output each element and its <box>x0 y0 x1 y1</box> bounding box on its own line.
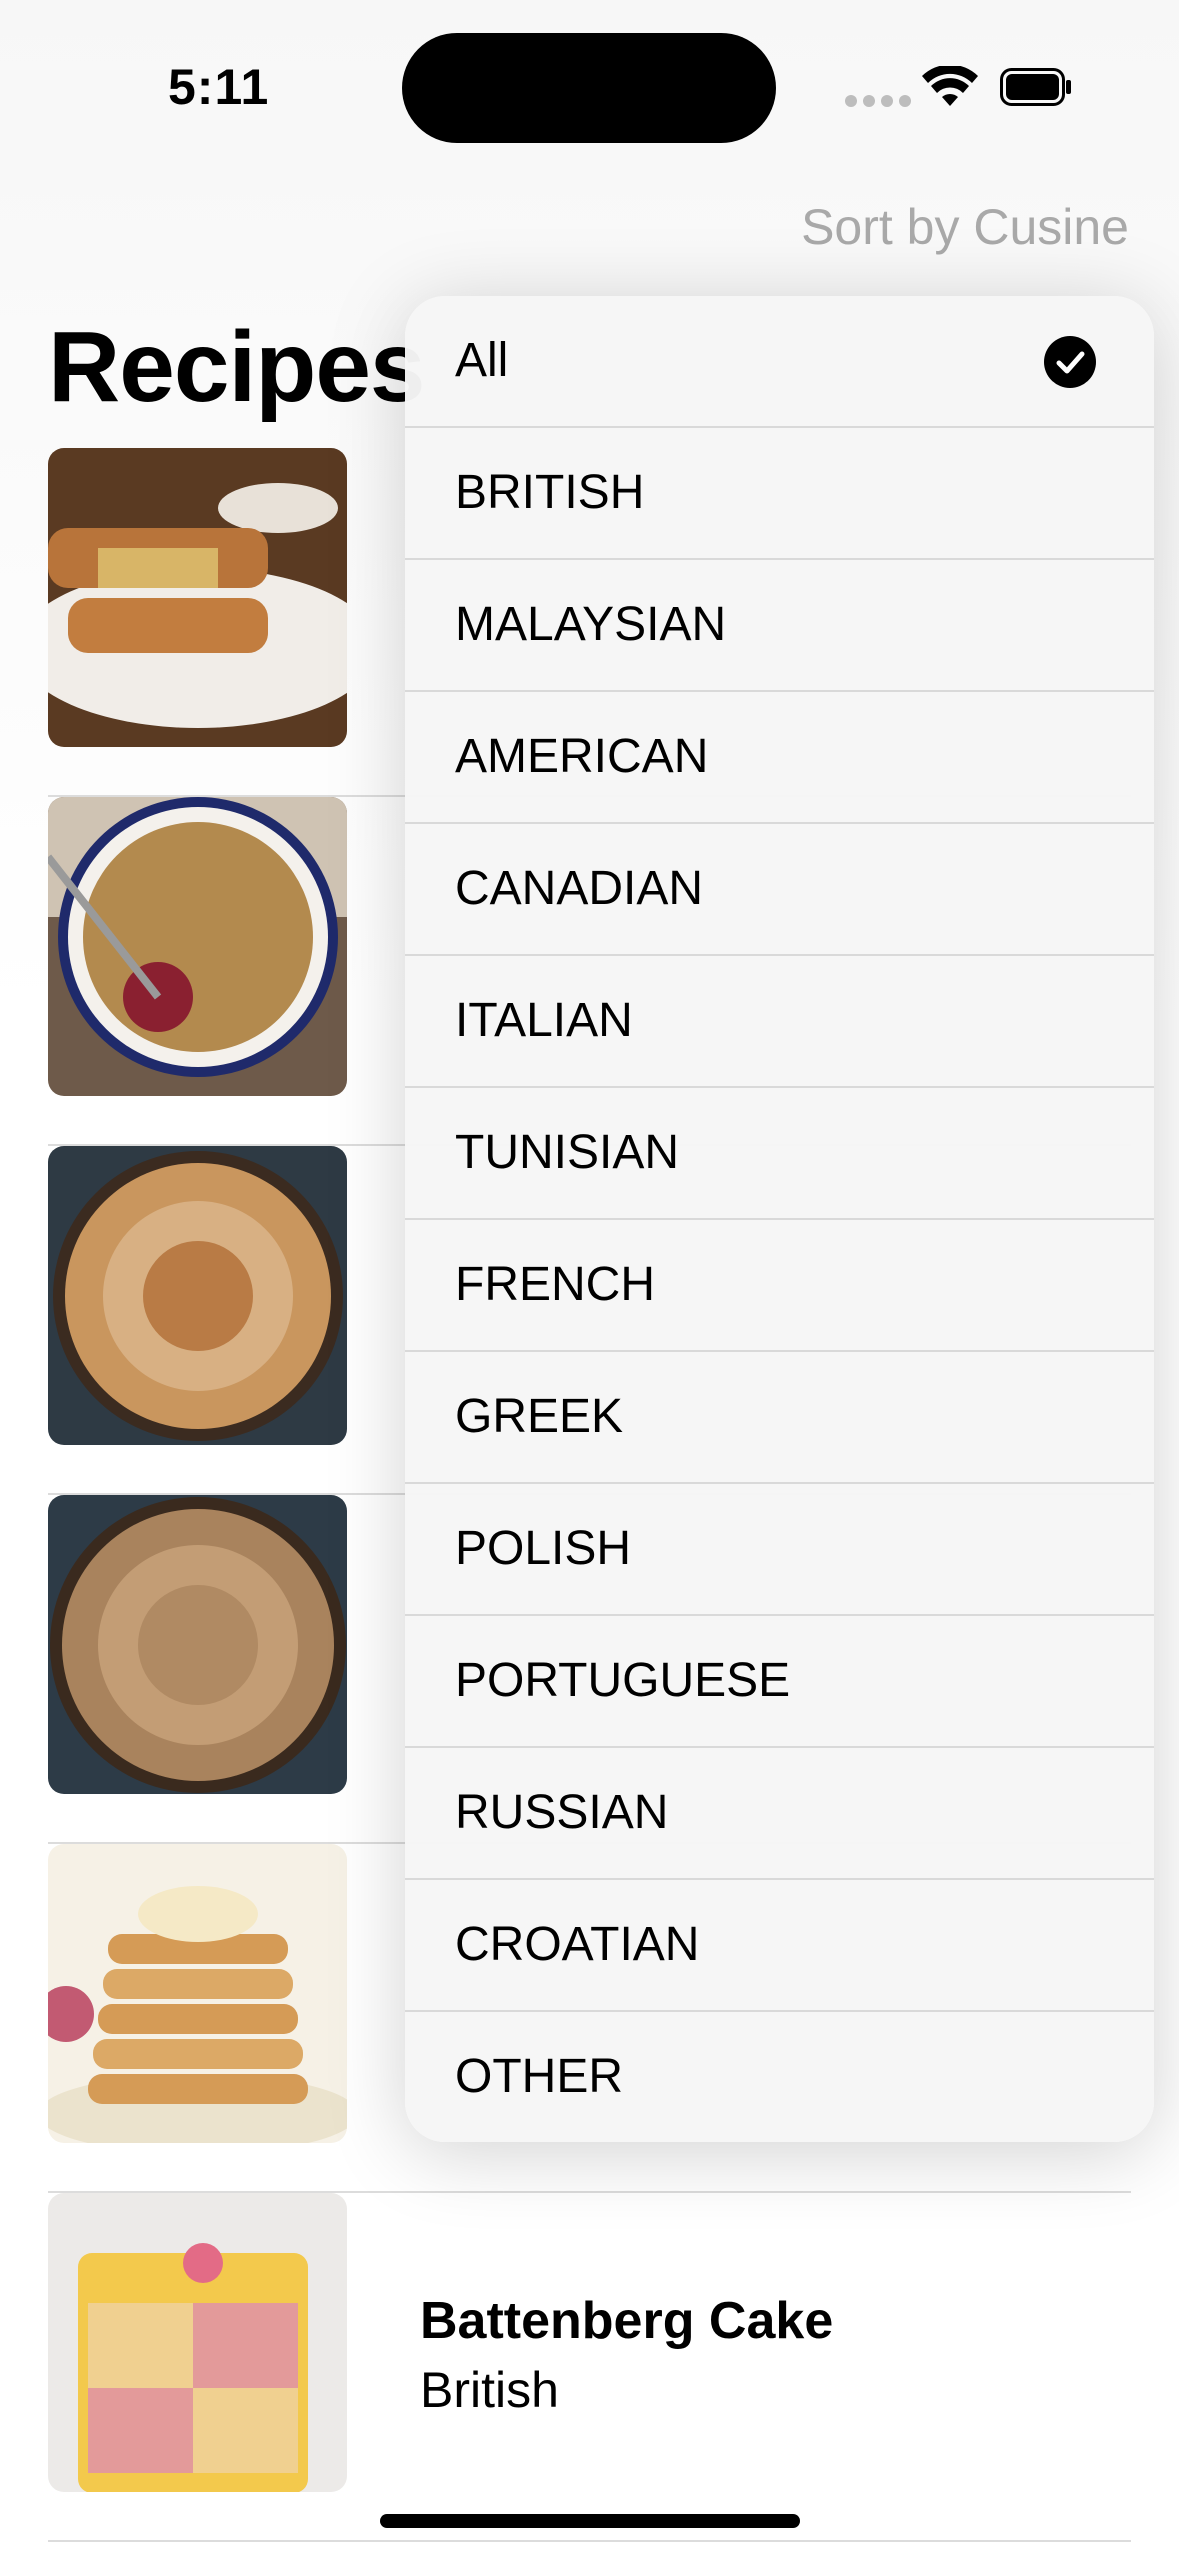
recipe-name: Battenberg Cake <box>420 2292 834 2350</box>
checkmark-icon <box>1044 336 1096 388</box>
menu-item-greek[interactable]: GREEK <box>405 1352 1154 1484</box>
menu-item-all[interactable]: All <box>405 296 1154 428</box>
recipe-thumbnail <box>48 2193 347 2492</box>
recipe-thumbnail <box>48 1844 347 2143</box>
dynamic-island <box>402 33 776 143</box>
wifi-icon <box>922 66 978 106</box>
menu-item-label: All <box>455 334 509 387</box>
menu-item-british[interactable]: BRITISH <box>405 428 1154 560</box>
screen: 5:11 Sort by Cusine Recipes Battenberg C… <box>0 0 1179 2556</box>
recipe-cuisine: British <box>420 2362 559 2418</box>
menu-item-polish[interactable]: POLISH <box>405 1484 1154 1616</box>
page-title: Recipes <box>48 311 426 423</box>
menu-item-malaysian[interactable]: MALAYSIAN <box>405 560 1154 692</box>
menu-item-italian[interactable]: ITALIAN <box>405 956 1154 1088</box>
menu-item-label: GREEK <box>455 1390 624 1443</box>
menu-item-label: FRENCH <box>455 1258 655 1311</box>
menu-item-label: RUSSIAN <box>455 1786 669 1839</box>
menu-item-label: BRITISH <box>455 466 645 519</box>
recipe-thumbnail <box>48 797 347 1096</box>
menu-item-label: POLISH <box>455 1522 632 1575</box>
menu-item-label: CANADIAN <box>455 862 704 915</box>
sort-by-cuisine-button[interactable]: Sort by Cusine <box>801 198 1129 256</box>
home-indicator[interactable] <box>380 2514 800 2528</box>
status-time: 5:11 <box>168 59 270 115</box>
menu-item-russian[interactable]: RUSSIAN <box>405 1748 1154 1880</box>
menu-item-canadian[interactable]: CANADIAN <box>405 824 1154 956</box>
menu-item-label: PORTUGUESE <box>455 1654 791 1707</box>
cellular-signal-icon <box>845 95 911 107</box>
battery-icon <box>1000 68 1071 106</box>
row-divider <box>48 2540 1131 2542</box>
recipe-thumbnail <box>48 448 347 747</box>
menu-item-label: TUNISIAN <box>455 1126 680 1179</box>
menu-item-label: CROATIAN <box>455 1918 700 1971</box>
recipe-thumbnail <box>48 1495 347 1794</box>
recipe-thumbnail <box>48 1146 347 1445</box>
menu-item-tunisian[interactable]: TUNISIAN <box>405 1088 1154 1220</box>
recipe-row[interactable]: Battenberg Cake British <box>48 2193 1131 2542</box>
menu-item-other[interactable]: OTHER <box>405 2012 1154 2142</box>
menu-item-label: ITALIAN <box>455 994 633 1047</box>
menu-item-french[interactable]: FRENCH <box>405 1220 1154 1352</box>
menu-item-american[interactable]: AMERICAN <box>405 692 1154 824</box>
menu-item-label: AMERICAN <box>455 730 709 783</box>
menu-item-croatian[interactable]: CROATIAN <box>405 1880 1154 2012</box>
menu-item-label: OTHER <box>455 2050 623 2103</box>
cuisine-menu: All BRITISH MALAYSIAN AMERICAN CANADIAN … <box>405 296 1154 2142</box>
menu-item-label: MALAYSIAN <box>455 598 727 651</box>
menu-item-portuguese[interactable]: PORTUGUESE <box>405 1616 1154 1748</box>
